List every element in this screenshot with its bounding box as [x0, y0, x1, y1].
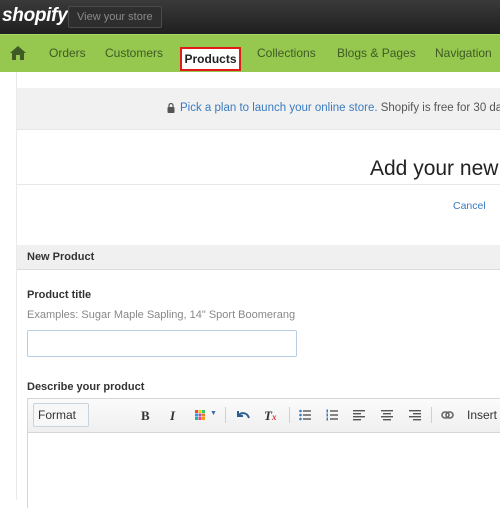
main-nav: Orders Customers Collections Blogs & Pag…	[0, 34, 500, 72]
toolbar-separator	[289, 407, 290, 423]
description-textarea[interactable]	[28, 433, 500, 509]
nav-blogs-pages[interactable]: Blogs & Pages	[337, 45, 416, 61]
undo-icon[interactable]	[236, 410, 250, 421]
nav-navigation[interactable]: Navigation	[435, 45, 492, 61]
toolbar-separator	[431, 407, 432, 423]
left-gutter	[0, 72, 17, 500]
nav-orders[interactable]: Orders	[49, 45, 86, 61]
page-title: Add your new	[370, 157, 499, 180]
top-bar: shopify View your store	[0, 0, 500, 34]
nav-collections[interactable]: Collections	[257, 45, 316, 61]
link-icon[interactable]	[441, 411, 454, 419]
nav-products[interactable]: Products	[180, 47, 241, 71]
text-color-caret-icon[interactable]: ▼	[210, 410, 217, 417]
lock-icon	[167, 103, 175, 113]
format-dropdown[interactable]: Format ▼	[33, 403, 89, 443]
bullet-list-icon[interactable]	[299, 409, 311, 421]
describe-product-label: Describe your product	[27, 381, 145, 393]
home-icon[interactable]	[10, 46, 26, 60]
pick-plan-link[interactable]: Pick a plan to launch your online store.	[180, 102, 378, 114]
description-editor: Format ▼ B I ▼ Tx	[27, 398, 500, 509]
product-title-input[interactable]	[27, 330, 297, 357]
bold-button[interactable]: B	[141, 408, 150, 424]
numbered-list-icon[interactable]	[326, 409, 338, 421]
product-title-label: Product title	[27, 289, 92, 301]
align-left-icon[interactable]	[353, 409, 365, 421]
section-title: New Product	[27, 251, 95, 263]
align-right-icon[interactable]	[409, 409, 421, 421]
italic-button[interactable]: I	[170, 408, 175, 424]
view-store-button[interactable]: View your store	[68, 6, 162, 28]
clear-formatting-icon[interactable]: Tx	[264, 408, 276, 424]
insert-button[interactable]: Insert	[467, 408, 497, 422]
cancel-link[interactable]: Cancel	[453, 200, 486, 212]
section-header: New Product	[17, 245, 500, 270]
text-color-icon[interactable]	[195, 410, 205, 420]
toolbar-separator	[225, 407, 226, 423]
align-center-icon[interactable]	[381, 409, 393, 421]
editor-toolbar: Format ▼ B I ▼ Tx	[28, 399, 500, 443]
banner-message: Shopify is free for 30 da	[377, 102, 500, 114]
plan-banner: Pick a plan to launch your online store.…	[17, 88, 500, 130]
product-title-hint: Examples: Sugar Maple Sapling, 14" Sport…	[27, 309, 296, 321]
divider	[17, 184, 500, 185]
nav-customers[interactable]: Customers	[105, 45, 163, 61]
shopify-logo[interactable]: shopify	[2, 5, 68, 27]
